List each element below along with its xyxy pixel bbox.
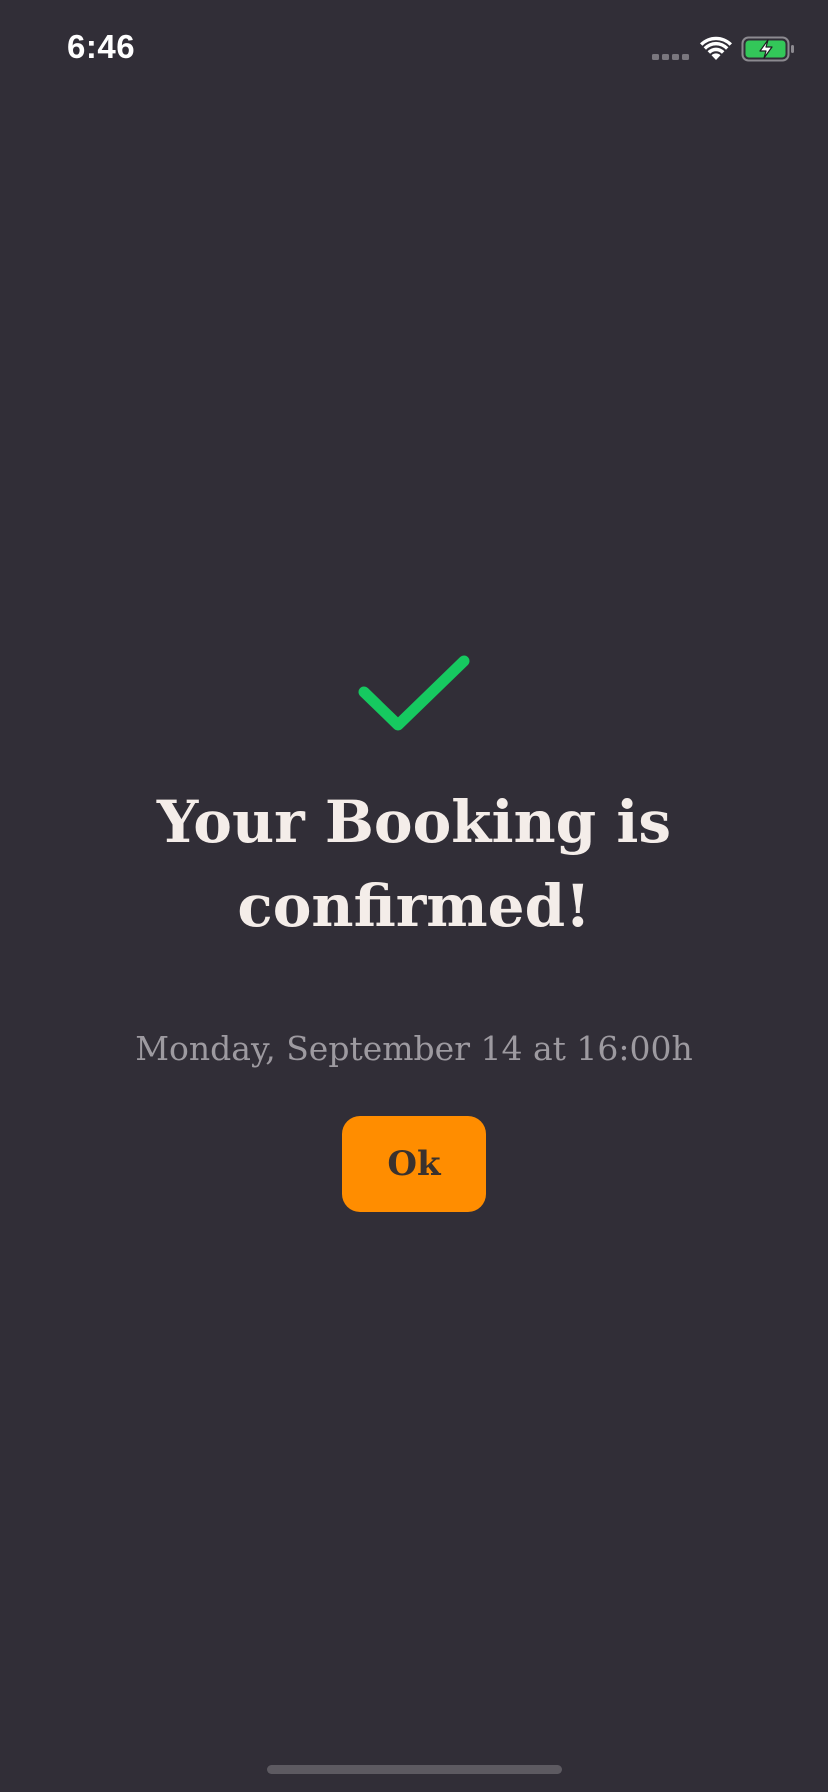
signal-icon [652,54,689,60]
booking-datetime: Monday, September 14 at 16:00h [135,1028,693,1068]
wifi-icon [700,36,732,60]
status-bar: 6:46 [0,0,828,100]
status-time: 6:46 [67,28,136,65]
booking-confirmation: Your Booking is confirmed! Monday, Septe… [0,640,828,1212]
confirmation-title: Your Booking is confirmed! [156,788,672,940]
home-indicator[interactable] [267,1765,562,1774]
checkmark-icon [358,655,470,731]
battery-charging-icon [741,36,794,62]
ok-button[interactable]: Ok [342,1115,486,1212]
